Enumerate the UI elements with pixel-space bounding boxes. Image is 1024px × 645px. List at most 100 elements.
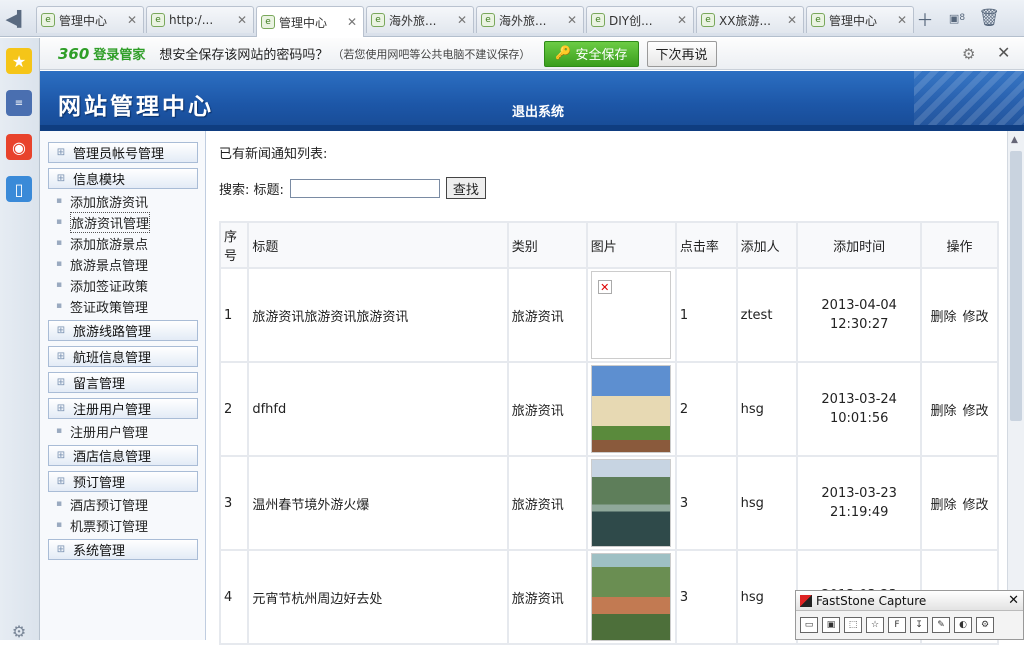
expand-icon: ⊞	[56, 325, 66, 336]
row-date: 2013-03-23	[821, 486, 897, 501]
main-content: 已有新闻通知列表: 搜索: 标题: 查找 序号 标题 类别 图片 点击率 添加人 添加时间操…	[207, 131, 1007, 645]
vertical-scrollbar[interactable]: ▲	[1007, 131, 1024, 640]
delete-link[interactable]: 删除	[930, 404, 956, 419]
menu-section[interactable]: ⊞ 注册用户管理	[48, 398, 198, 419]
menu-section[interactable]: ⊞ 留言管理	[48, 372, 198, 393]
360-logo: 360	[58, 44, 90, 63]
menu-section[interactable]: ⊞ 航班信息管理	[48, 346, 198, 367]
browser-tab[interactable]: e DIY创... ✕	[586, 6, 694, 33]
bullet-icon: ▪	[56, 499, 63, 509]
column-header: 类别	[508, 223, 586, 267]
browser-tab[interactable]: e 管理中心 ✕	[806, 6, 914, 33]
color-picker-icon[interactable]: ✎	[932, 617, 950, 633]
table-row: 1 旅游资讯旅游资讯旅游资讯 旅游资讯 ✕ 1 ztest 2013-04-04 12:30:…	[221, 269, 997, 361]
menu-item[interactable]: ▪ 旅游资讯管理	[56, 211, 151, 233]
menu-section[interactable]: ⊞ 信息模块	[48, 168, 198, 189]
weibo-icon[interactable]: ◉	[6, 134, 32, 160]
row-image-cell: ✕	[587, 269, 675, 361]
delete-link[interactable]: 删除	[930, 310, 956, 325]
row-timestamp: 2013-04-04 12:30:27	[798, 269, 920, 361]
menu-section[interactable]: ⊞ 管理员帐号管理	[48, 142, 198, 163]
capture-freehand-icon[interactable]: ☆	[866, 617, 884, 633]
tab-close-icon[interactable]: ✕	[345, 15, 359, 29]
capture-fullscreen-icon[interactable]: F	[888, 617, 906, 633]
menu-section[interactable]: ⊞ 系统管理	[48, 539, 198, 560]
menu-item[interactable]: ▪ 添加旅游资讯	[56, 192, 148, 211]
expand-icon: ⊞	[56, 403, 66, 414]
logout-link[interactable]: 退出系统	[512, 101, 564, 120]
capture-window-icon[interactable]: ▭	[800, 617, 818, 633]
page-favicon-icon: e	[151, 13, 165, 27]
gear-icon[interactable]: ⚙	[962, 45, 975, 63]
menu-section-label: 航班信息管理	[73, 351, 152, 366]
edit-link[interactable]: 修改	[962, 498, 988, 513]
settings-gear-icon[interactable]: ⚙	[6, 618, 32, 644]
menu-item[interactable]: ▪ 签证政策管理	[56, 297, 148, 316]
column-header: 添加人	[737, 223, 797, 267]
menu-section[interactable]: ⊞ 酒店信息管理	[48, 445, 198, 466]
menu-item[interactable]: ▪ 旅游景点管理	[56, 255, 148, 274]
later-button[interactable]: 下次再说	[646, 40, 717, 67]
sidebar-toggle-icon[interactable]: ◀▍	[0, 0, 34, 37]
row-time: 21:19:49	[829, 505, 889, 520]
settings-icon[interactable]: ⚙	[976, 617, 994, 633]
tab-close-icon[interactable]: ✕	[895, 13, 909, 27]
row-image-cell	[587, 457, 675, 549]
tab-close-icon[interactable]: ✕	[125, 13, 139, 27]
delete-link[interactable]: 删除	[930, 498, 956, 513]
row-image-cell	[587, 363, 675, 455]
broken-image: ✕	[590, 271, 671, 359]
table-row: 2 dfhfd 旅游资讯 2 hsg 2013-03-24 10:01:56 删除 修改	[221, 363, 997, 455]
tab-close-icon[interactable]: ✕	[235, 13, 249, 27]
row-id: 1	[221, 269, 248, 361]
edit-link[interactable]: 修改	[962, 404, 988, 419]
browser-tab[interactable]: e http:/... ✕	[146, 6, 254, 33]
menu-section-label: 预订管理	[73, 476, 126, 491]
favorites-star-icon[interactable]: ★	[6, 48, 32, 74]
search-input[interactable]	[289, 178, 440, 198]
tab-list-icon[interactable]: ▣ 8	[944, 6, 970, 30]
trash-icon[interactable]: 🗑	[976, 6, 1002, 30]
expand-icon: ⊞	[56, 476, 66, 487]
close-icon[interactable]: ✕	[1008, 593, 1019, 608]
row-category: 旅游资讯	[508, 551, 586, 643]
browser-tab[interactable]: e 海外旅... ✕	[476, 6, 584, 33]
menu-item[interactable]: ▪ 添加签证政策	[56, 276, 148, 295]
scrollbar-thumb[interactable]	[1010, 151, 1022, 421]
browser-sidebar: ★ ≡ ◉ ▯ ⚙	[0, 38, 40, 641]
menu-item[interactable]: ▪ 机票预订管理	[56, 516, 148, 535]
page-favicon-icon: e	[261, 15, 275, 29]
capture-scroll-icon[interactable]: ↧	[910, 617, 928, 633]
capture-rect-icon[interactable]: ⬚	[844, 617, 862, 633]
tab-strip: e 管理中心 ✕ e http:/... ✕ e 管理中心 ✕ e 海外旅... ✕ e 海外旅... ✕ e…	[36, 6, 916, 37]
row-category: 旅游资讯	[508, 457, 586, 549]
new-tab-icon[interactable]: ＋	[912, 6, 938, 31]
mobile-add-icon[interactable]: ▯	[6, 176, 32, 202]
palette-icon[interactable]: ◐	[954, 617, 972, 633]
browser-tab[interactable]: e XX旅游... ✕	[696, 6, 804, 33]
browser-tab[interactable]: e 管理中心 ✕	[256, 6, 364, 37]
secure-save-button[interactable]: 🔑 安全保存	[544, 40, 639, 67]
tab-label: 海外旅...	[389, 13, 437, 28]
capture-object-icon[interactable]: ▣	[822, 617, 840, 633]
browser-tab[interactable]: e 海外旅... ✕	[366, 6, 474, 33]
menu-item[interactable]: ▪ 注册用户管理	[56, 422, 148, 441]
menu-item[interactable]: ▪ 酒店预订管理	[56, 495, 148, 514]
close-icon[interactable]: ✕	[997, 43, 1010, 62]
edit-link[interactable]: 修改	[962, 310, 988, 325]
news-icon[interactable]: ≡	[6, 90, 32, 116]
menu-item[interactable]: ▪ 添加旅游景点	[56, 234, 148, 253]
menu-section[interactable]: ⊞ 旅游线路管理	[48, 320, 198, 341]
tab-close-icon[interactable]: ✕	[455, 13, 469, 27]
tab-close-icon[interactable]: ✕	[785, 13, 799, 27]
browser-tab[interactable]: e 管理中心 ✕	[36, 6, 144, 33]
row-category: 旅游资讯	[508, 363, 586, 455]
row-author: hsg	[737, 363, 797, 455]
bullet-icon: ▪	[56, 196, 63, 206]
menu-section[interactable]: ⊞ 预订管理	[48, 471, 198, 492]
tab-close-icon[interactable]: ✕	[565, 13, 579, 27]
search-button[interactable]: 查找	[445, 177, 486, 199]
tab-close-icon[interactable]: ✕	[675, 13, 689, 27]
row-time: 10:01:56	[829, 411, 889, 426]
scroll-up-icon[interactable]: ▲	[1011, 135, 1018, 145]
